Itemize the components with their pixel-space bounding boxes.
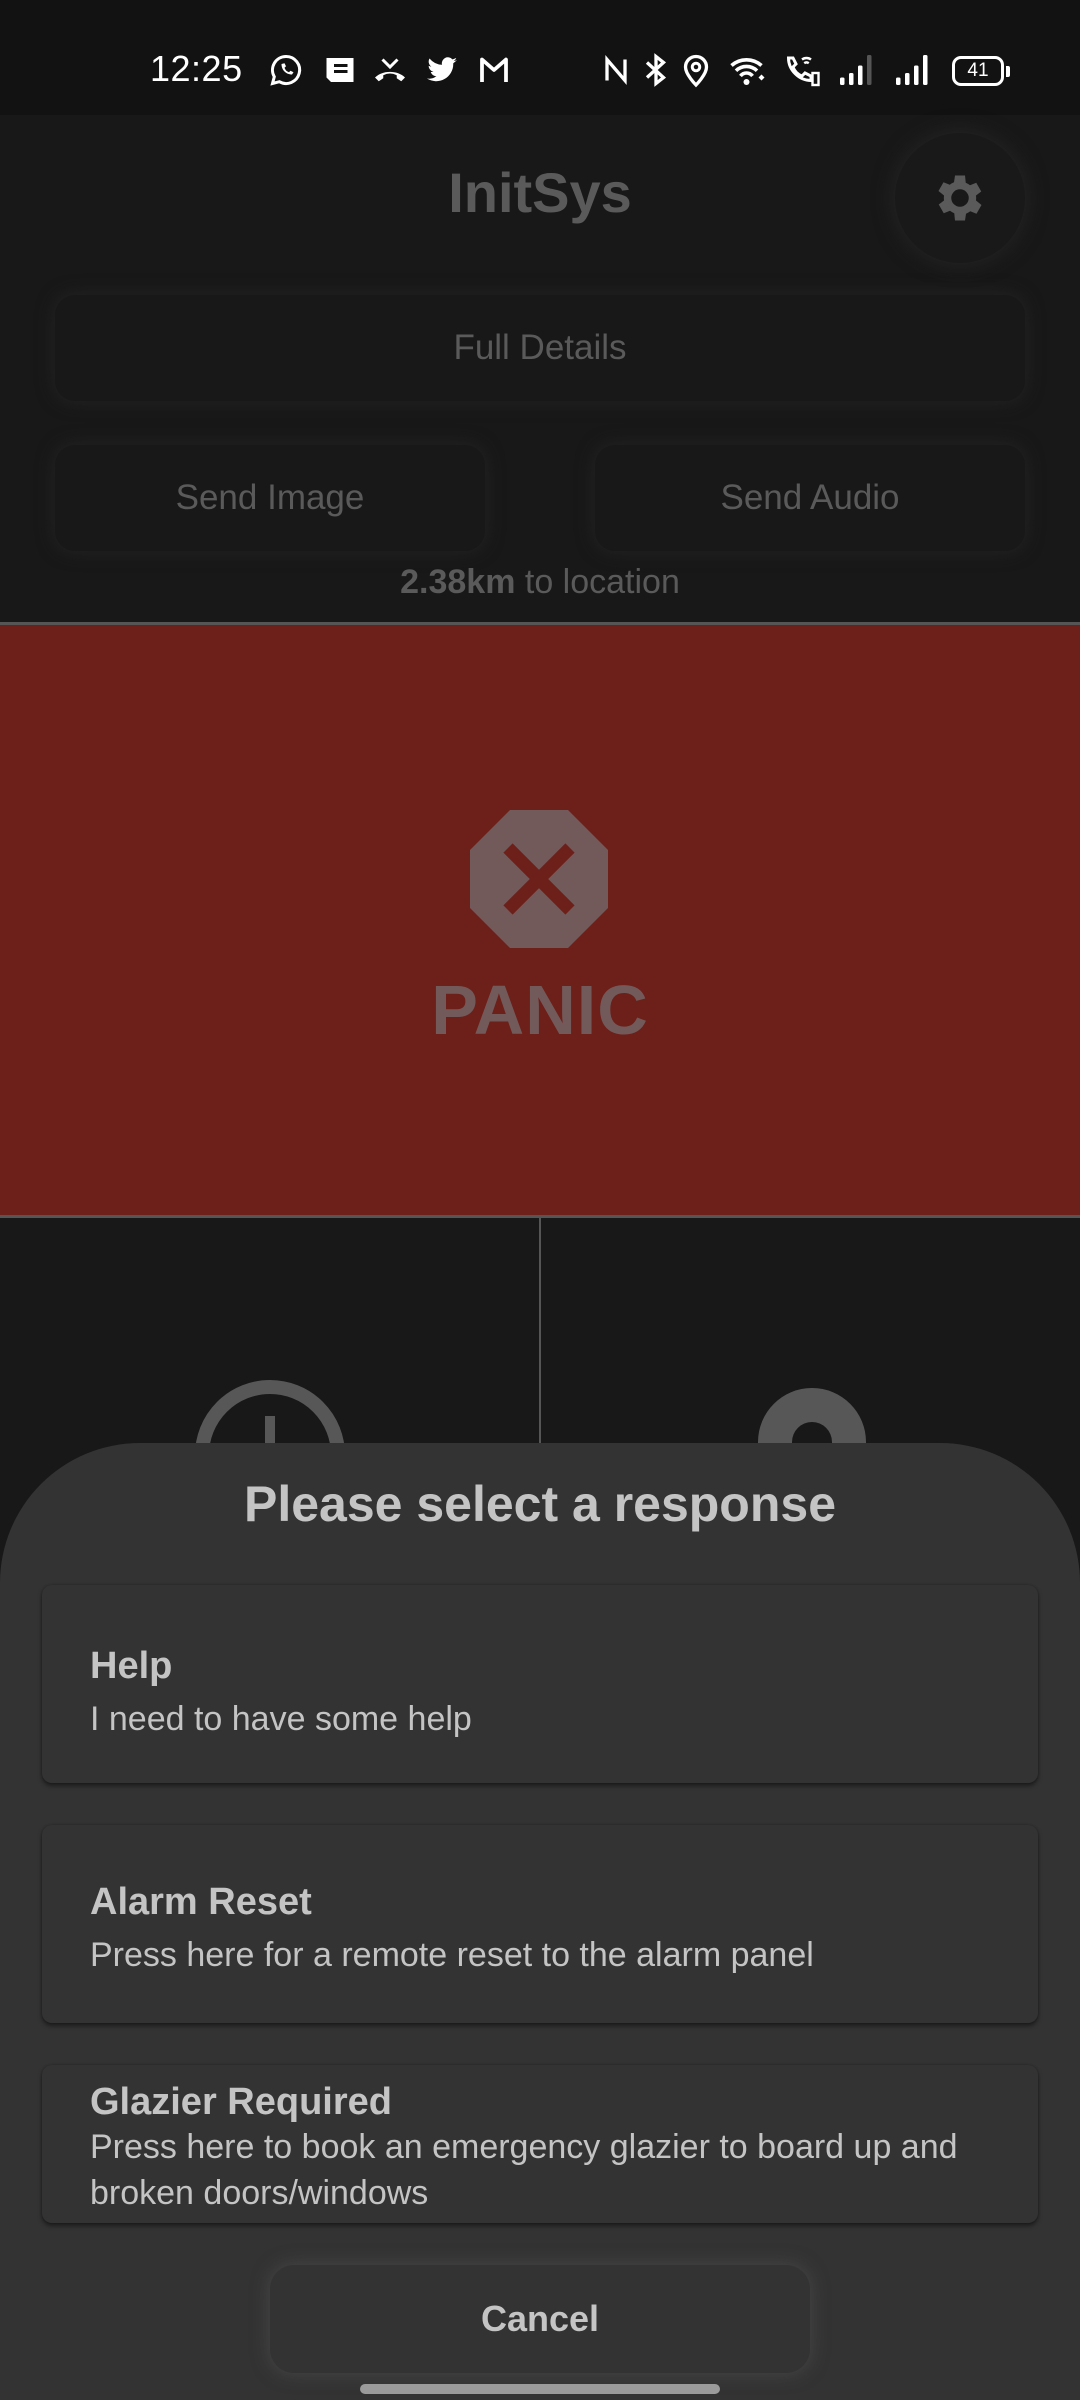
status-time: 12:25 — [150, 48, 243, 89]
gear-icon — [938, 175, 982, 221]
response-option-help[interactable]: Help I need to have some help — [42, 1585, 1038, 1783]
sheet-title: Please select a response — [243, 1476, 837, 1532]
response-bottom-sheet: Please select a response Help I need to … — [0, 1443, 1080, 2400]
option-description: I need to have some help — [90, 1700, 472, 1738]
battery-indicator: 41 — [952, 56, 1010, 86]
response-option-alarm-reset[interactable]: Alarm Reset Press here for a remote rese… — [42, 1825, 1038, 2023]
option-description: Press here to book an emergency glazier … — [90, 2128, 958, 2212]
distance-value: 2.38km — [400, 563, 516, 601]
missed-call-icon — [372, 52, 408, 88]
response-option-glazier[interactable]: Glazier Required Press here to book an e… — [42, 2065, 1038, 2223]
send-image-button[interactable]: Send Image — [55, 445, 485, 551]
twitter-icon — [424, 52, 460, 88]
panic-button[interactable]: PANIC — [0, 625, 1080, 1215]
message-icon — [322, 52, 358, 88]
settings-button[interactable] — [895, 133, 1025, 263]
nfc-icon — [598, 52, 634, 88]
home-indicator[interactable] — [360, 2384, 720, 2394]
wifi-icon — [726, 52, 770, 88]
distance-to-location: 2.38km to location — [0, 563, 1080, 602]
location-icon — [678, 52, 714, 88]
panic-label: PANIC — [431, 971, 649, 1049]
option-title: Glazier Required — [90, 2081, 392, 2123]
app-header: InitSys Full Details Send Image Send Aud… — [0, 115, 1080, 623]
gmail-icon — [476, 52, 512, 88]
distance-suffix: to location — [515, 563, 680, 601]
option-title: Help — [90, 1645, 173, 1687]
option-description: Press here for a remote reset to the ala… — [90, 1936, 814, 1974]
whatsapp-icon — [268, 52, 304, 88]
full-details-button[interactable]: Full Details — [55, 295, 1025, 401]
send-audio-button[interactable]: Send Audio — [595, 445, 1025, 551]
signal-icon — [892, 52, 936, 88]
divider — [539, 1218, 541, 1448]
status-bar: 12:25 41 — [0, 0, 1080, 115]
cancel-button[interactable]: Cancel — [270, 2265, 810, 2373]
stop-x-icon — [470, 810, 608, 948]
option-title: Alarm Reset — [90, 1881, 312, 1923]
wifi-calling-icon — [780, 52, 824, 88]
signal-icon — [836, 52, 880, 88]
bluetooth-icon — [638, 52, 674, 88]
